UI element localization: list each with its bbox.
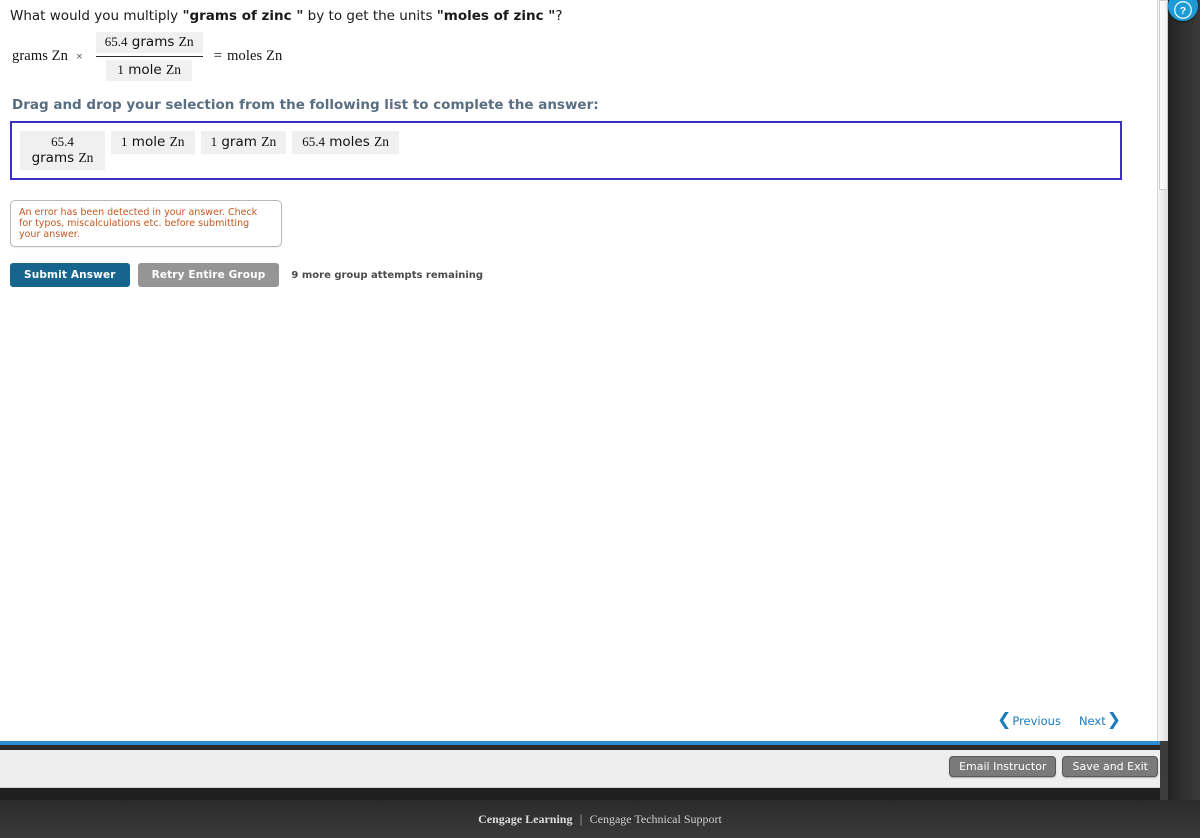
brand-footer: Cengage Learning | Cengage Technical Sup…: [0, 800, 1200, 838]
submit-answer-button[interactable]: Submit Answer: [10, 263, 130, 287]
scrollbar-thumb[interactable]: [1159, 0, 1168, 190]
vertical-scrollbar[interactable]: [1157, 0, 1168, 741]
next-page-link[interactable]: Next ❯: [1079, 712, 1121, 729]
question-prompt: What would you multiply "grams of zinc "…: [10, 6, 1157, 26]
equation-right-term: moles Zn: [227, 48, 283, 64]
question-source-unit: "grams of zinc ": [182, 8, 304, 24]
feedback-message-box: An error has been detected in your answe…: [10, 200, 282, 247]
cengage-technical-support-link[interactable]: Cengage Technical Support: [590, 812, 722, 827]
draggable-tile[interactable]: 1 gram Zn: [200, 131, 287, 154]
question-suffix: ?: [555, 8, 563, 24]
tile-unit: moles: [329, 134, 370, 150]
previous-page-label: Previous: [1012, 713, 1061, 728]
draggable-tile[interactable]: 1 mole Zn: [111, 131, 195, 154]
retry-entire-group-button[interactable]: Retry Entire Group: [137, 263, 280, 287]
footer-toolbar: Email Instructor Save and Exit: [0, 750, 1160, 788]
fraction-bar: [95, 56, 203, 57]
tile-element: Zn: [78, 150, 94, 165]
tile-element: Zn: [374, 134, 390, 149]
attempts-remaining-text: 9 more group attempts remaining: [291, 269, 484, 281]
dragdrop-instruction: Drag and drop your selection from the fo…: [12, 97, 599, 113]
exercise-content: What would you multiply "grams of zinc "…: [0, 0, 1157, 287]
svg-text:?: ?: [1180, 5, 1186, 17]
chevron-right-icon: ❯: [1106, 710, 1121, 730]
equation-left-term: grams Zn: [12, 48, 68, 64]
tile-unit: grams: [31, 150, 75, 166]
denominator-unit: mole: [128, 62, 162, 78]
conversion-fraction: 65.4 grams Zn 1 mole Zn: [95, 32, 203, 81]
denominator-drop-slot[interactable]: 1 mole Zn: [106, 60, 193, 81]
save-and-exit-button[interactable]: Save and Exit: [1062, 756, 1158, 777]
tile-number: 1: [121, 134, 128, 149]
window-bottom-edge: [0, 788, 1160, 800]
footer-button-group: Email Instructor Save and Exit: [949, 756, 1158, 777]
draggable-tile[interactable]: 65.4 grams Zn: [20, 131, 105, 170]
numerator-unit: grams: [131, 34, 175, 50]
action-button-row: Submit Answer Retry Entire Group 9 more …: [10, 263, 1157, 287]
chevron-left-icon: ❮: [997, 710, 1012, 730]
dragdrop-source-container[interactable]: 65.4 grams Zn 1 mole Zn 1 gram Zn 65.4 m…: [10, 121, 1122, 180]
tile-unit: gram: [221, 134, 257, 150]
cengage-learning-link[interactable]: Cengage Learning: [478, 812, 572, 827]
page-navigation: ❮ Previous Next ❯: [997, 712, 1121, 729]
email-instructor-button[interactable]: Email Instructor: [949, 756, 1057, 777]
denominator-number: 1: [117, 62, 124, 77]
content-viewport: What would you multiply "grams of zinc "…: [0, 0, 1157, 741]
window-bezel-right: [1168, 0, 1200, 800]
feedback-message-text: An error has been detected in your answe…: [19, 207, 258, 240]
question-prefix: What would you multiply: [10, 8, 183, 24]
numerator-element: Zn: [178, 34, 194, 49]
question-target-unit: "moles of zinc ": [436, 8, 556, 24]
tile-number: 65.4: [51, 134, 74, 149]
equation-row: grams Zn × 65.4 grams Zn 1 mole Zn = mol…: [12, 32, 1157, 81]
tile-element: Zn: [169, 134, 185, 149]
equals-operator: =: [213, 48, 223, 64]
application-frame: What would you multiply "grams of zinc "…: [0, 0, 1200, 838]
denominator-element: Zn: [165, 62, 181, 77]
next-page-label: Next: [1078, 713, 1106, 728]
previous-page-link[interactable]: ❮ Previous: [997, 712, 1061, 729]
draggable-tile[interactable]: 65.4 moles Zn: [292, 131, 400, 154]
tile-number: 1: [210, 134, 218, 149]
brand-separator: |: [579, 812, 583, 826]
numerator-drop-slot[interactable]: 65.4 grams Zn: [95, 32, 203, 53]
multiply-operator: ×: [75, 49, 83, 63]
tile-unit: mole: [131, 134, 166, 150]
tile-element: Zn: [261, 134, 277, 149]
question-middle: by to get the units: [303, 8, 437, 24]
tile-number: 65.4: [302, 134, 325, 149]
numerator-number: 65.4: [104, 34, 128, 49]
